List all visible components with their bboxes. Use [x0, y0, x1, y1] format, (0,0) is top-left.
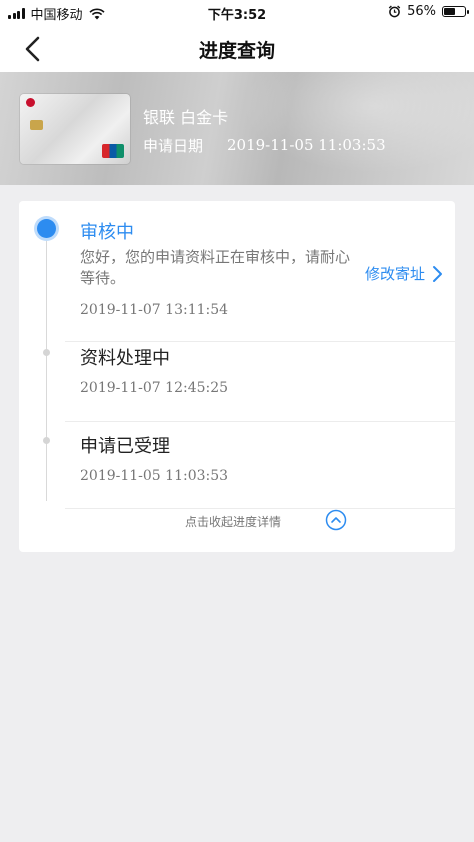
timeline-dot-active: [37, 219, 56, 238]
card-image: [20, 94, 130, 164]
progress-panel: 审核中 您好，您的申请资料正在审核中，请耐心等待。 修改寄址 2019-11-0…: [19, 201, 455, 552]
step-time-processing: 2019-11-07 12:45:25: [80, 380, 229, 396]
chevron-up-circle-icon[interactable]: [325, 509, 347, 531]
page-title: 进度查询: [198, 40, 275, 62]
step-divider: [65, 341, 455, 342]
unionpay-logo-icon: [102, 144, 124, 158]
step-time-reviewing: 2019-11-07 13:11:54: [80, 302, 229, 318]
card-header: 银联 白金卡 申请日期 2019-11-05 11:03:53: [0, 72, 474, 185]
apply-date-label: 申请日期: [143, 137, 204, 155]
timeline-dot: [43, 349, 50, 356]
step-title-accepted: 申请已受理: [80, 436, 170, 457]
collapse-details-label[interactable]: 点击收起进度详情: [185, 513, 281, 530]
step-description: 您好，您的申请资料正在审核中，请耐心等待。: [80, 248, 351, 287]
card-name: 银联 白金卡: [143, 108, 229, 127]
apply-date-value: 2019-11-05 11:03:53: [227, 136, 386, 154]
chevron-right-icon: [433, 265, 442, 282]
timeline-dot: [43, 437, 50, 444]
step-title-processing: 资料处理中: [80, 348, 170, 369]
timeline-line: [46, 231, 47, 501]
nav-bar: 进度查询: [0, 24, 474, 72]
bank-logo-icon: [26, 98, 35, 107]
status-right: 56%: [388, 4, 469, 19]
step-time-accepted: 2019-11-05 11:03:53: [80, 468, 229, 484]
battery-percent: 56%: [407, 4, 436, 19]
battery-icon: [442, 6, 469, 17]
step-title-reviewing: 审核中: [80, 222, 134, 243]
collapse-details-row[interactable]: 点击收起进度详情: [19, 507, 455, 537]
alarm-icon: [388, 5, 401, 18]
status-bar: 中国移动 下午3:52 56%: [0, 0, 474, 24]
modify-address-label: 修改寄址: [364, 265, 425, 283]
step-divider: [65, 421, 455, 422]
card-chip-icon: [30, 120, 43, 130]
battery-fill: [444, 8, 455, 15]
modify-address-button[interactable]: 修改寄址: [365, 263, 443, 284]
